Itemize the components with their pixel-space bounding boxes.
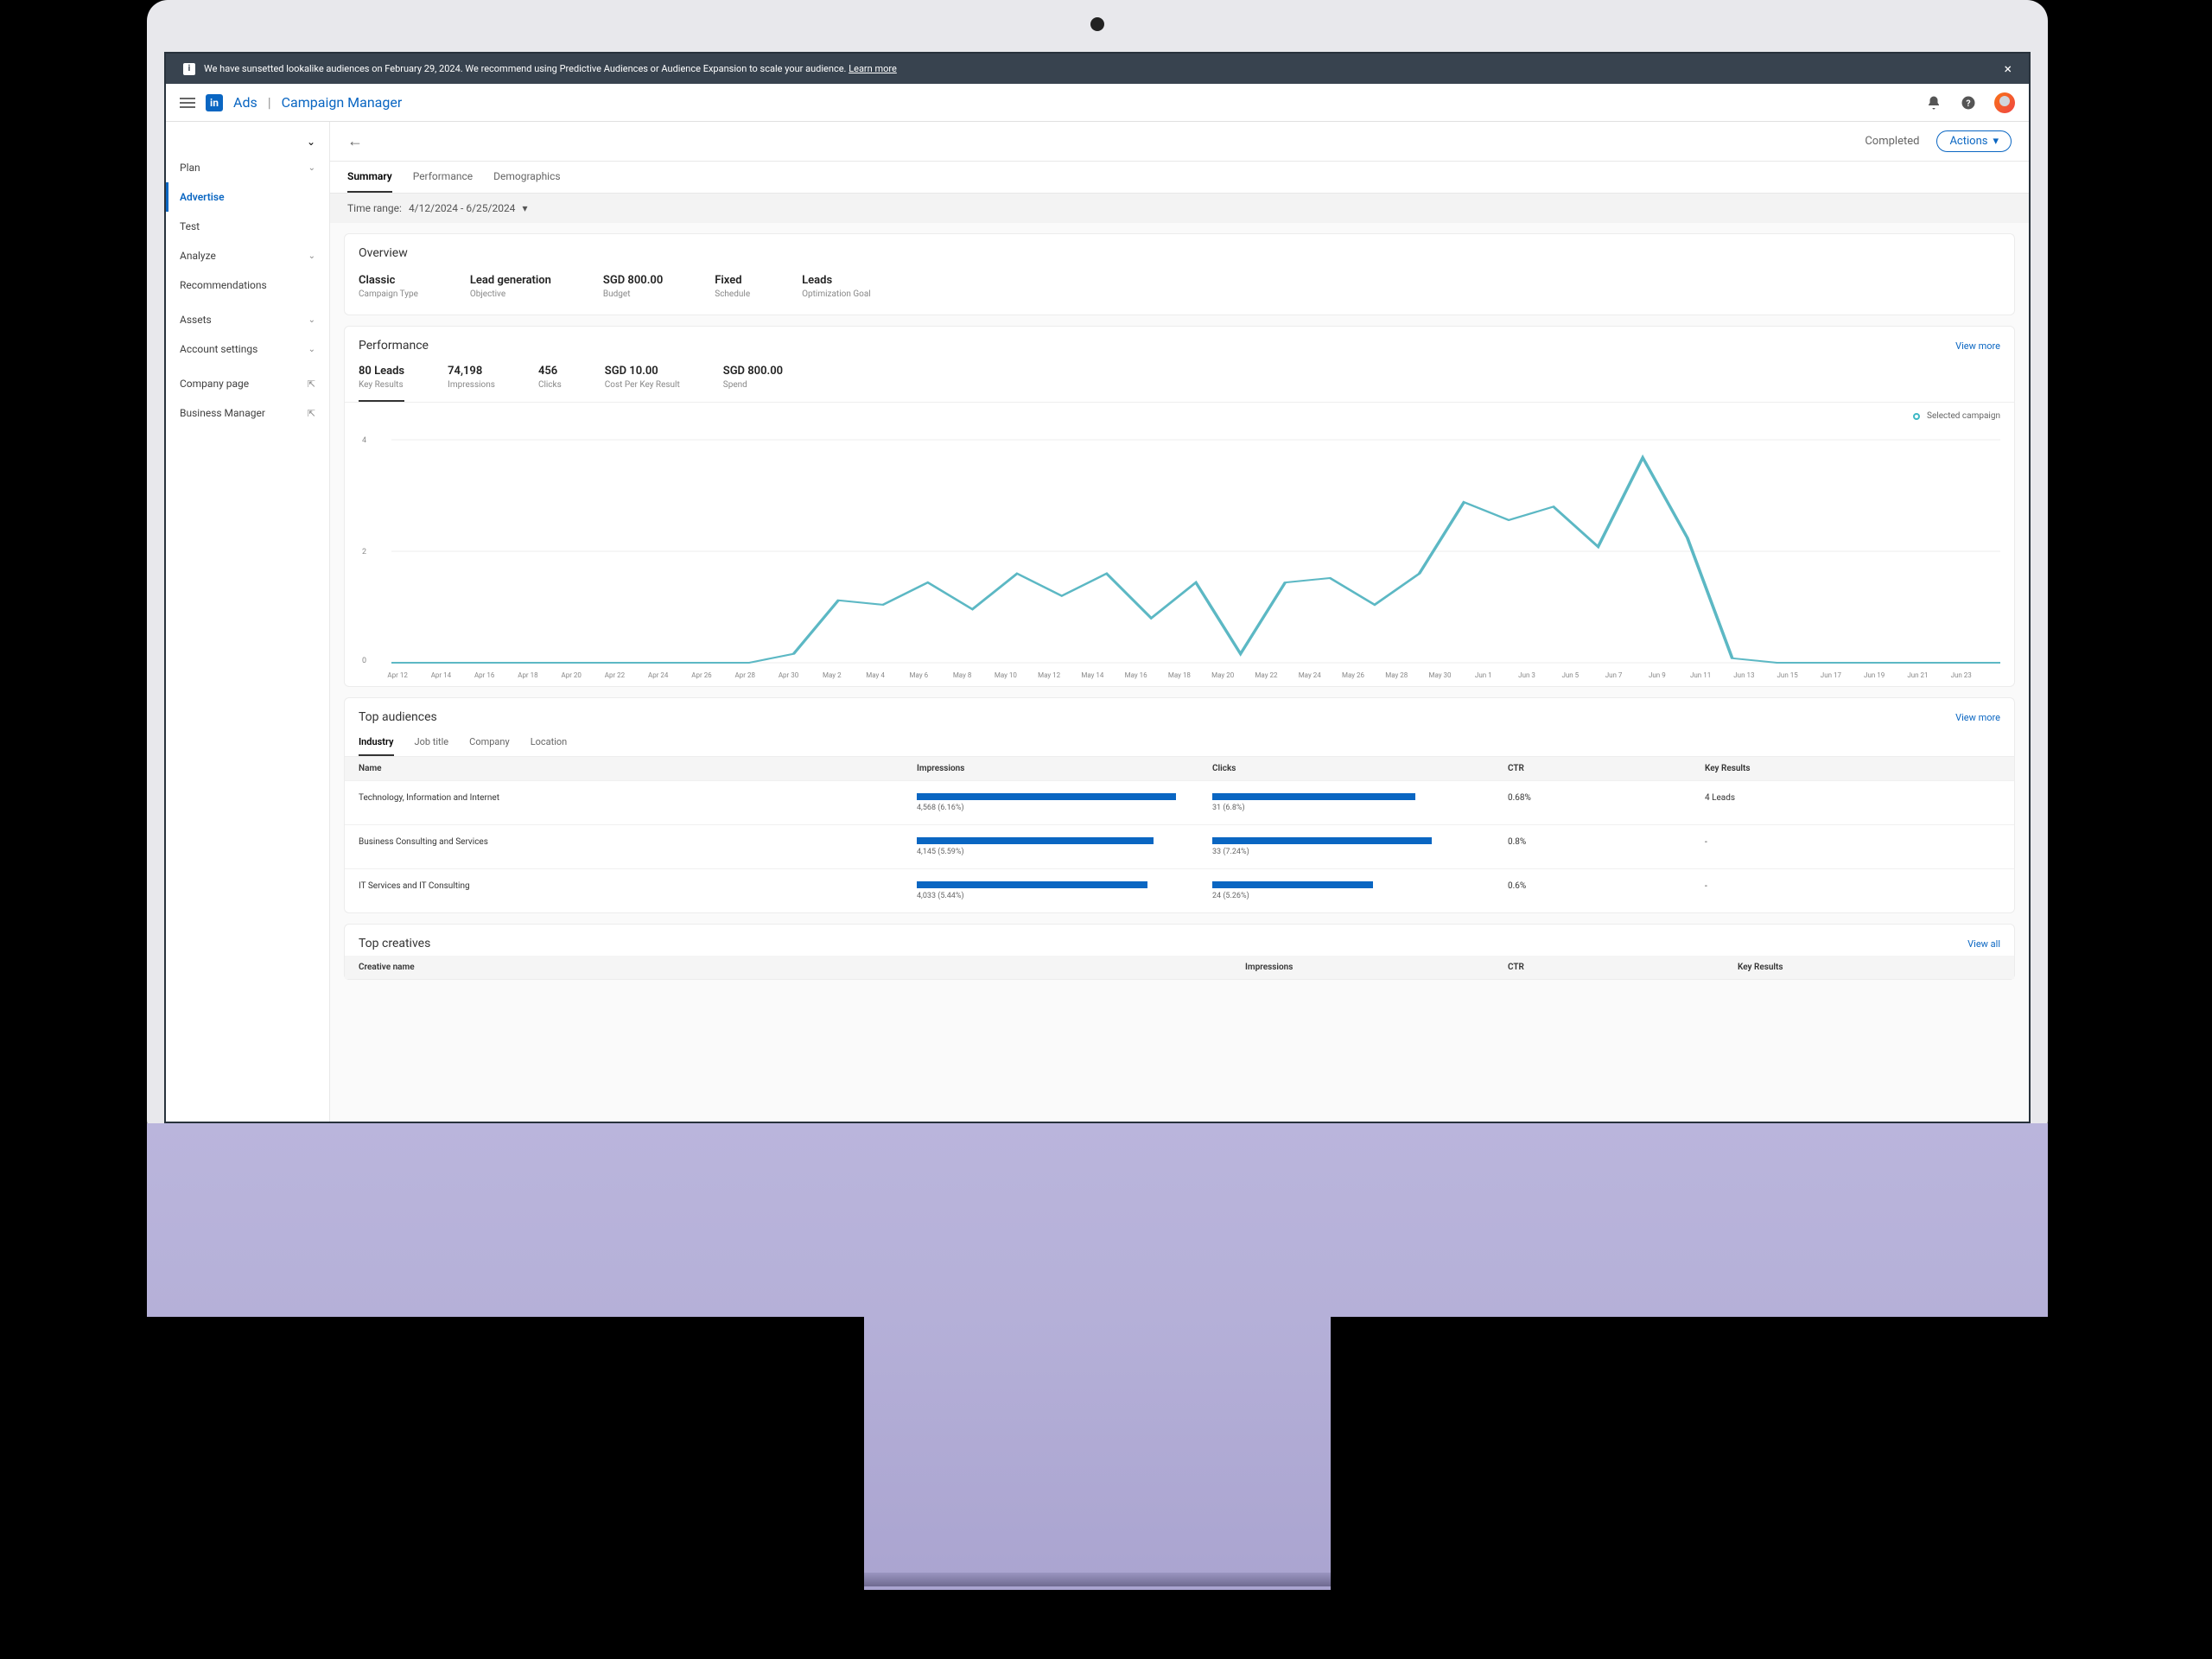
external-link-icon: ⇱ <box>308 408 315 419</box>
metric-key-results[interactable]: 80 LeadsKey Results <box>359 365 404 402</box>
camera <box>1090 17 1104 31</box>
banner-text: We have sunsetted lookalike audiences on… <box>204 63 849 74</box>
chevron-down-icon: ⌄ <box>308 163 315 173</box>
chevron-down-icon: ⌄ <box>308 251 315 261</box>
close-icon[interactable]: × <box>2004 60 2012 77</box>
overview-item: SGD 800.00Budget <box>603 274 663 299</box>
chevron-down-icon[interactable]: ⌄ <box>307 136 315 148</box>
creatives-table-header: Creative name Impressions CTR Key Result… <box>345 956 2014 979</box>
actions-button[interactable]: Actions ▾ <box>1936 130 2012 152</box>
creatives-title: Top creatives <box>359 937 430 950</box>
metric-cost-per-key-result[interactable]: SGD 10.00Cost Per Key Result <box>605 365 680 402</box>
status-label: Completed <box>1865 135 1919 156</box>
table-row: Business Consulting and Services 4,145 (… <box>345 824 2014 868</box>
main-tabs: Summary Performance Demographics <box>330 162 2029 194</box>
view-more-link[interactable]: View more <box>1955 340 2000 352</box>
sidebar-item-account-settings[interactable]: Account settings⌄ <box>166 334 329 364</box>
table-row: IT Services and IT Consulting 4,033 (5.4… <box>345 868 2014 912</box>
view-all-link[interactable]: View all <box>1967 938 2000 950</box>
overview-item: LeadsOptimization Goal <box>802 274 871 299</box>
legend-label: Selected campaign <box>1927 411 2000 421</box>
overview-item: ClassicCampaign Type <box>359 274 418 299</box>
sidebar: ⌄ Plan⌄ Advertise Test Analyze⌄ Recommen… <box>166 122 330 1123</box>
brand-campaign-manager: Campaign Manager <box>282 94 403 111</box>
performance-title: Performance <box>359 339 429 353</box>
banner-learn-more-link[interactable]: Learn more <box>849 63 897 74</box>
caret-down-icon: ▾ <box>522 202 527 214</box>
back-arrow-icon[interactable]: ← <box>347 132 363 159</box>
aud-tab-job-title[interactable]: Job title <box>415 729 449 756</box>
aud-tab-industry[interactable]: Industry <box>359 729 394 756</box>
metric-impressions[interactable]: 74,198Impressions <box>448 365 495 402</box>
audiences-table-header: Name Impressions Clicks CTR Key Results <box>345 757 2014 780</box>
tab-performance[interactable]: Performance <box>413 162 473 193</box>
legend-dot-icon <box>1913 413 1920 420</box>
tab-summary[interactable]: Summary <box>347 162 392 193</box>
brand-ads: Ads <box>233 94 257 111</box>
top-creatives-card: Top creatives View all Creative name Imp… <box>344 924 2015 980</box>
user-avatar[interactable] <box>1994 92 2015 113</box>
overview-item: FixedSchedule <box>715 274 750 299</box>
overview-card: Overview ClassicCampaign Type Lead genera… <box>344 233 2015 315</box>
overview-item: Lead generationObjective <box>470 274 551 299</box>
help-icon[interactable]: ? <box>1960 94 1977 111</box>
aud-tab-location[interactable]: Location <box>531 729 568 756</box>
metric-spend[interactable]: SGD 800.00Spend <box>723 365 783 402</box>
time-range-selector[interactable]: Time range: 4/12/2024 - 6/25/2024 ▾ <box>330 194 2029 223</box>
info-icon: i <box>183 63 195 75</box>
external-link-icon: ⇱ <box>308 378 315 390</box>
top-bar: in Ads | Campaign Manager ? <box>166 84 2029 122</box>
tab-demographics[interactable]: Demographics <box>493 162 560 193</box>
sidebar-item-company-page[interactable]: Company page⇱ <box>166 369 329 398</box>
aud-tab-company[interactable]: Company <box>469 729 510 756</box>
sidebar-item-test[interactable]: Test <box>166 212 329 241</box>
metric-clicks[interactable]: 456Clicks <box>538 365 562 402</box>
caret-down-icon: ▾ <box>1993 135 1999 148</box>
top-audiences-card: Top audiences View more Industry Job tit… <box>344 697 2015 913</box>
performance-card: Performance View more 80 LeadsKey Result… <box>344 326 2015 687</box>
chevron-down-icon: ⌄ <box>308 345 315 354</box>
audiences-title: Top audiences <box>359 710 437 724</box>
sidebar-item-business-manager[interactable]: Business Manager⇱ <box>166 398 329 428</box>
sidebar-item-plan[interactable]: Plan⌄ <box>166 153 329 182</box>
performance-chart: 4 2 0 <box>359 426 2000 668</box>
table-row: Technology, Information and Internet 4,5… <box>345 780 2014 824</box>
svg-text:?: ? <box>1966 97 1970 108</box>
chevron-down-icon: ⌄ <box>308 315 315 325</box>
sidebar-item-assets[interactable]: Assets⌄ <box>166 305 329 334</box>
notification-banner: i We have sunsetted lookalike audiences … <box>166 54 2029 84</box>
sidebar-item-recommendations[interactable]: Recommendations <box>166 270 329 300</box>
sidebar-item-analyze[interactable]: Analyze⌄ <box>166 241 329 270</box>
sidebar-item-advertise[interactable]: Advertise <box>166 182 329 212</box>
menu-icon[interactable] <box>180 98 195 108</box>
brand-separator: | <box>268 94 271 111</box>
linkedin-logo-icon: in <box>206 94 223 111</box>
notifications-icon[interactable] <box>1925 94 1942 111</box>
overview-title: Overview <box>345 234 2014 269</box>
view-more-link[interactable]: View more <box>1955 712 2000 723</box>
